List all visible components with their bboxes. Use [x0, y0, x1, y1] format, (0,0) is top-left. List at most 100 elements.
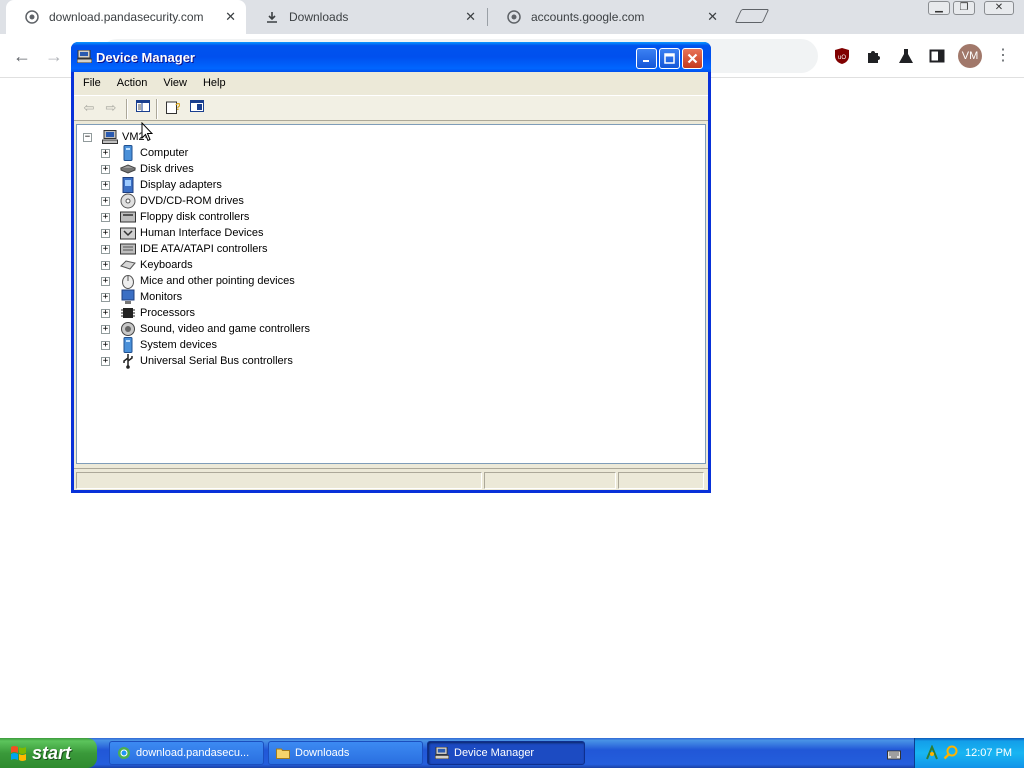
- ublock-icon[interactable]: uO: [831, 45, 853, 67]
- expand-icon[interactable]: +: [101, 276, 110, 286]
- new-tab-button[interactable]: [734, 9, 770, 23]
- tree-item-label: System devices: [140, 339, 218, 351]
- keyboard-icon: [120, 257, 136, 273]
- tree-item-label: Keyboards: [140, 259, 193, 271]
- profile-avatar[interactable]: VM: [958, 44, 982, 68]
- tree-item[interactable]: + Display adapters: [101, 177, 222, 193]
- tree-item-label: Floppy disk controllers: [140, 211, 250, 223]
- tree-item[interactable]: + Sound, video and game controllers: [101, 321, 310, 337]
- tree-item[interactable]: + Computer: [101, 145, 188, 161]
- expand-icon[interactable]: +: [101, 228, 110, 238]
- keyboard-icon[interactable]: [887, 747, 901, 765]
- tree-item[interactable]: + IDE ATA/ATAPI controllers: [101, 241, 268, 257]
- tree-item-label: Display adapters: [140, 179, 222, 191]
- expand-icon[interactable]: +: [101, 212, 110, 222]
- maximize-button[interactable]: [659, 48, 680, 69]
- forward-icon[interactable]: ⇨: [102, 100, 120, 116]
- menu-file[interactable]: File: [83, 77, 101, 89]
- tree-item[interactable]: + Keyboards: [101, 257, 193, 273]
- collapse-icon[interactable]: −: [83, 132, 92, 142]
- expand-icon[interactable]: +: [101, 356, 110, 366]
- taskbar-button-label: Device Manager: [454, 747, 535, 759]
- taskbar: start download.pandasecu... Downloads De…: [0, 738, 1024, 768]
- tree-item[interactable]: + DVD/CD-ROM drives: [101, 193, 244, 209]
- globe-icon: [24, 9, 40, 25]
- tree-item[interactable]: + Human Interface Devices: [101, 225, 264, 241]
- tree-item[interactable]: + Floppy disk controllers: [101, 209, 249, 225]
- properties-help-icon[interactable]: ?: [164, 100, 182, 116]
- restore-window-button[interactable]: ❐: [953, 1, 975, 15]
- system-devices-icon: [120, 337, 136, 353]
- tree-item-label: Universal Serial Bus controllers: [140, 355, 293, 367]
- tree-item-label: Human Interface Devices: [140, 227, 264, 239]
- sound-icon: [120, 321, 136, 337]
- tree-item-label: IDE ATA/ATAPI controllers: [140, 243, 268, 255]
- menu-help[interactable]: Help: [203, 77, 226, 89]
- menu-view[interactable]: View: [163, 77, 187, 89]
- taskbar-button-label: Downloads: [295, 747, 350, 759]
- tree-item[interactable]: + Mice and other pointing devices: [101, 273, 295, 289]
- expand-icon[interactable]: +: [101, 324, 110, 334]
- tree-item[interactable]: + Universal Serial Bus controllers: [101, 353, 293, 369]
- status-pane: [484, 472, 616, 489]
- minimize-window-button[interactable]: ▁: [928, 1, 950, 15]
- menu-bar: File Action View Help: [74, 72, 708, 94]
- expand-icon[interactable]: +: [101, 308, 110, 318]
- expand-icon[interactable]: +: [101, 260, 110, 270]
- back-icon[interactable]: ⇦: [80, 100, 98, 116]
- tree-item[interactable]: + Disk drives: [101, 161, 194, 177]
- expand-icon[interactable]: +: [101, 292, 110, 302]
- computer-icon: [102, 129, 118, 145]
- kebab-menu-icon[interactable]: ⋮: [990, 43, 1016, 69]
- svg-text:?: ?: [175, 102, 180, 113]
- expand-icon[interactable]: +: [101, 340, 110, 350]
- folder-icon: [275, 745, 291, 761]
- tree-item[interactable]: + Processors: [101, 305, 195, 321]
- tab-title: download.pandasecurity.com: [49, 10, 204, 24]
- tab-title: accounts.google.com: [531, 10, 645, 24]
- expand-icon[interactable]: +: [101, 180, 110, 190]
- window-titlebar[interactable]: Device Manager: [71, 42, 711, 72]
- monitor-icon: [120, 289, 136, 305]
- system-tray: 12:07 PM: [914, 738, 1024, 768]
- expand-icon[interactable]: +: [101, 148, 110, 158]
- toolbar-separator: [156, 99, 158, 119]
- taskbar-button-downloads[interactable]: Downloads: [268, 741, 423, 765]
- close-tab-icon[interactable]: ✕: [465, 9, 476, 25]
- dvd-icon: [120, 193, 136, 209]
- window-body: File Action View Help ⇦ ⇨ ? −: [74, 72, 708, 490]
- minimize-button[interactable]: [636, 48, 657, 69]
- close-button[interactable]: [682, 48, 703, 69]
- tree-item-label: Computer: [140, 147, 189, 159]
- flask-icon[interactable]: [895, 45, 917, 67]
- tree-item-label: Monitors: [140, 291, 183, 303]
- show-hide-console-tree-icon[interactable]: [134, 100, 152, 116]
- start-button[interactable]: start: [0, 738, 97, 768]
- forward-arrow-icon[interactable]: →: [41, 43, 67, 69]
- tree-item[interactable]: + Monitors: [101, 289, 182, 305]
- tree-item[interactable]: + System devices: [101, 337, 217, 353]
- expand-icon[interactable]: +: [101, 164, 110, 174]
- expand-icon[interactable]: +: [101, 196, 110, 206]
- taskbar-button-label: download.pandasecu...: [136, 747, 250, 759]
- back-arrow-icon[interactable]: ←: [9, 43, 35, 69]
- tab-pandasecurity[interactable]: download.pandasecurity.com ✕: [6, 0, 246, 34]
- expand-icon[interactable]: +: [101, 244, 110, 254]
- device-manager-icon: [77, 50, 92, 63]
- menu-action[interactable]: Action: [117, 77, 148, 89]
- close-tab-icon[interactable]: ✕: [707, 9, 718, 25]
- tab-google-accounts[interactable]: accounts.google.com ✕: [488, 0, 728, 34]
- close-tab-icon[interactable]: ✕: [225, 9, 236, 25]
- taskbar-button-browser[interactable]: download.pandasecu...: [109, 741, 264, 765]
- tree-item-label: Processors: [140, 307, 196, 319]
- tree-root-node[interactable]: − VM2-: [83, 129, 148, 145]
- network-icon[interactable]: [925, 744, 939, 764]
- close-window-button[interactable]: ✕: [984, 1, 1014, 15]
- taskbar-button-device-manager[interactable]: Device Manager: [427, 741, 585, 765]
- search-icon[interactable]: [943, 745, 958, 763]
- tab-downloads[interactable]: Downloads ✕: [246, 0, 486, 34]
- disk-drive-icon: [120, 161, 136, 177]
- puzzle-icon[interactable]: [863, 45, 885, 67]
- sidepanel-icon[interactable]: [926, 45, 948, 67]
- update-driver-icon[interactable]: [188, 100, 206, 116]
